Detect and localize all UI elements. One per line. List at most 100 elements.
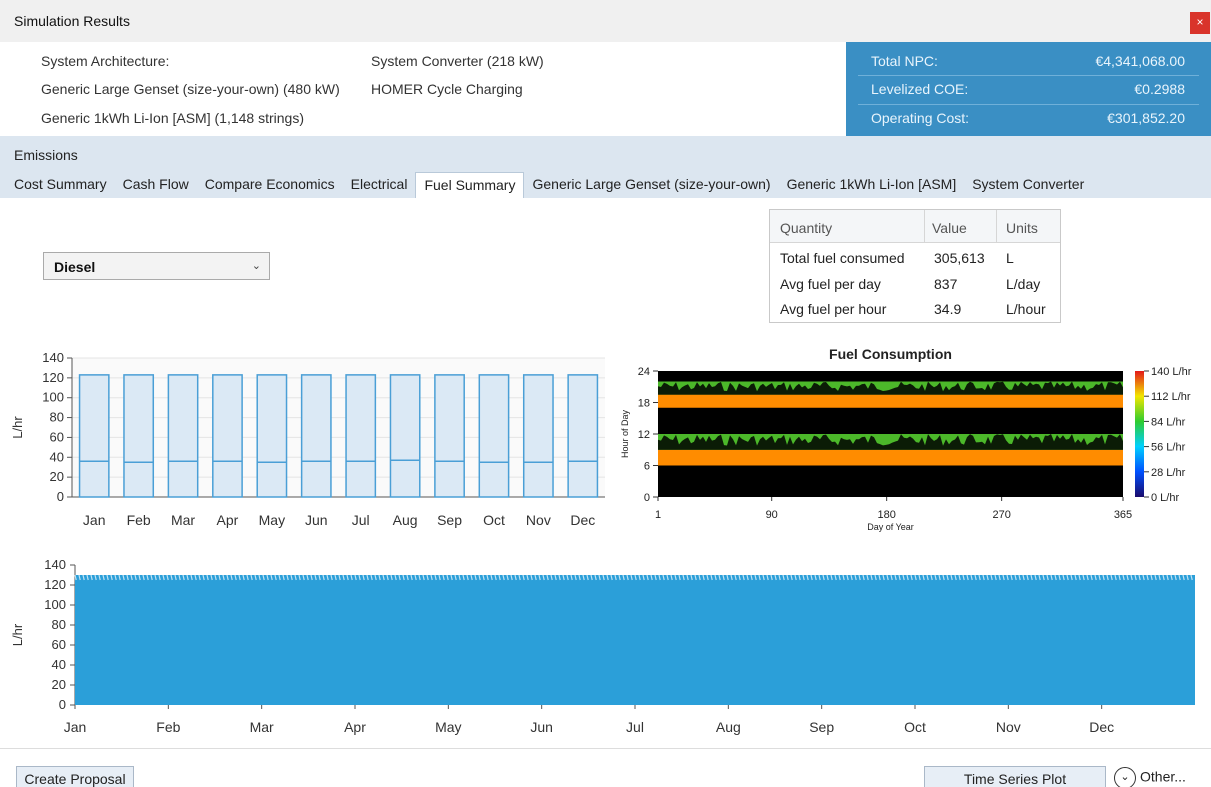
y-axis-label: Hour of Day xyxy=(620,409,630,458)
tab-cash-flow[interactable]: Cash Flow xyxy=(115,172,197,198)
tab-genset[interactable]: Generic Large Genset (size-your-own) xyxy=(524,172,778,198)
heatmap-band xyxy=(658,449,1123,466)
levelized-coe-label: Levelized COE: xyxy=(871,81,969,97)
window-title: Simulation Results xyxy=(14,13,130,29)
tab-system-converter[interactable]: System Converter xyxy=(964,172,1092,198)
monthly-fuel-chart: 0 20 40 60 80 100 120 140 L/hr Jan Feb Mar Apr May Jun… xyxy=(10,350,605,528)
heatmap-title: Fuel Consumption xyxy=(829,346,952,362)
fuel-quantity-table: Quantity Value Units Total fuel consumed… xyxy=(769,209,1061,323)
other-label: Other... xyxy=(1140,768,1186,785)
y-tick-label: 40 xyxy=(52,657,66,672)
x-tick-label: Jul xyxy=(626,719,644,735)
colorbar-tick-label: 28 L/hr xyxy=(1151,467,1186,479)
x-tick-label: May xyxy=(259,512,285,528)
bar xyxy=(167,374,199,498)
table-cell: L/day xyxy=(1006,276,1041,292)
summary-panel: System Architecture: Generic Large Gense… xyxy=(0,42,1211,136)
x-tick-label: Jan xyxy=(83,512,106,528)
y-axis-label: L/hr xyxy=(10,623,25,646)
fuel-type-select[interactable]: Diesel ⌄ xyxy=(43,252,270,280)
y-axis-label: L/hr xyxy=(10,416,25,439)
time-series-plot-button[interactable]: Time Series Plot xyxy=(924,766,1106,787)
table-cell: L/hour xyxy=(1006,301,1046,317)
y-tick-label: 120 xyxy=(42,370,64,385)
y-tick-label: 100 xyxy=(44,597,66,612)
tab-fuel-summary[interactable]: Fuel Summary xyxy=(415,172,525,198)
table-header: Quantity Value Units xyxy=(770,210,1060,243)
x-tick-label: Dec xyxy=(1089,719,1114,735)
bar xyxy=(434,374,465,498)
metrics-divider xyxy=(858,75,1199,76)
area-fill xyxy=(75,575,1195,705)
y-tick-label: 140 xyxy=(44,557,66,572)
y-tick-label: 18 xyxy=(638,398,650,410)
y-tick-label: 120 xyxy=(44,577,66,592)
tab-electrical[interactable]: Electrical xyxy=(343,172,416,198)
colorbar-tick-label: 112 L/hr xyxy=(1151,391,1191,403)
x-tick-label: Jul xyxy=(352,512,370,528)
simulation-results-window: Simulation Results × System Architecture… xyxy=(0,0,1211,787)
y-tick-label: 0 xyxy=(59,697,66,712)
bar xyxy=(478,374,510,498)
architecture-battery: Generic 1kWh Li-Ion [ASM] (1,148 strings… xyxy=(41,110,304,126)
bar xyxy=(123,374,155,498)
x-tick-label: Nov xyxy=(526,512,551,528)
x-tick-label: Aug xyxy=(716,719,741,735)
total-npc-value: €4,341,068.00 xyxy=(1095,53,1185,69)
y-tick-label: 0 xyxy=(644,492,650,504)
heatmap-band xyxy=(658,394,1123,408)
x-tick-label: 365 xyxy=(1114,509,1132,521)
x-tick-label: Jun xyxy=(530,719,553,735)
tabs-row: Cost Summary Cash Flow Compare Economics… xyxy=(6,172,1092,198)
x-tick-label: Oct xyxy=(483,512,505,528)
bar xyxy=(389,374,421,498)
table-cell: Avg fuel per hour xyxy=(780,301,887,317)
operating-cost-label: Operating Cost: xyxy=(871,110,970,126)
chevron-down-icon: ⌄ xyxy=(251,260,261,272)
create-proposal-button[interactable]: Create Proposal xyxy=(16,766,134,787)
y-tick-label: 80 xyxy=(52,617,66,632)
bottom-action-bar: Create Proposal Time Series Plot ⌄ Other.… xyxy=(0,748,1211,787)
x-tick-label: Jan xyxy=(64,719,87,735)
x-tick-label: 90 xyxy=(766,509,778,521)
fuel-type-value: Diesel xyxy=(54,259,96,275)
header-value: Value xyxy=(932,220,967,236)
x-tick-label: 180 xyxy=(877,509,895,521)
other-button[interactable]: ⌄ Other... xyxy=(1114,767,1186,787)
tab-emissions[interactable]: Emissions xyxy=(14,147,78,163)
bar xyxy=(78,374,110,498)
bar xyxy=(522,374,554,498)
tab-battery[interactable]: Generic 1kWh Li-Ion [ASM] xyxy=(779,172,965,198)
y-tick-label: 40 xyxy=(50,449,64,464)
colorbar-tick-label: 84 L/hr xyxy=(1151,416,1186,428)
close-button[interactable]: × xyxy=(1190,12,1210,34)
tab-compare-economics[interactable]: Compare Economics xyxy=(197,172,343,198)
bar xyxy=(256,374,288,498)
tab-cost-summary[interactable]: Cost Summary xyxy=(6,172,115,198)
colorbar xyxy=(1135,371,1144,497)
bar xyxy=(567,374,599,498)
fuel-consumption-heatmap: Fuel Consumption 0 6 12 18 24 1 90 180 270 365 Day … xyxy=(620,346,1192,532)
table-cell: 837 xyxy=(934,276,958,292)
x-tick-label: May xyxy=(435,719,461,735)
x-tick-label: Feb xyxy=(156,719,180,735)
tab-strip: Emissions Cost Summary Cash Flow Compare… xyxy=(0,136,1211,198)
colorbar-tick-label: 140 L/hr xyxy=(1151,366,1192,378)
y-tick-label: 140 xyxy=(42,350,64,365)
y-tick-label: 12 xyxy=(638,429,650,441)
x-tick-label: Sep xyxy=(809,719,834,735)
y-tick-label: 20 xyxy=(52,677,66,692)
x-tick-label: Jun xyxy=(305,512,328,528)
total-npc-label: Total NPC: xyxy=(871,53,938,69)
table-cell: Avg fuel per day xyxy=(780,276,881,292)
x-tick-label: Sep xyxy=(437,512,462,528)
architecture-dispatch: HOMER Cycle Charging xyxy=(371,81,523,97)
x-axis-label: Day of Year xyxy=(867,522,914,532)
x-tick-label: 270 xyxy=(992,509,1010,521)
table-cell: 305,613 xyxy=(934,250,985,266)
architecture-heading: System Architecture: xyxy=(41,53,170,69)
colorbar-tick-label: 0 L/hr xyxy=(1151,492,1179,504)
y-tick-label: 24 xyxy=(638,366,650,378)
y-tick-label: 60 xyxy=(52,637,66,652)
architecture-genset: Generic Large Genset (size-your-own) (48… xyxy=(41,81,340,97)
